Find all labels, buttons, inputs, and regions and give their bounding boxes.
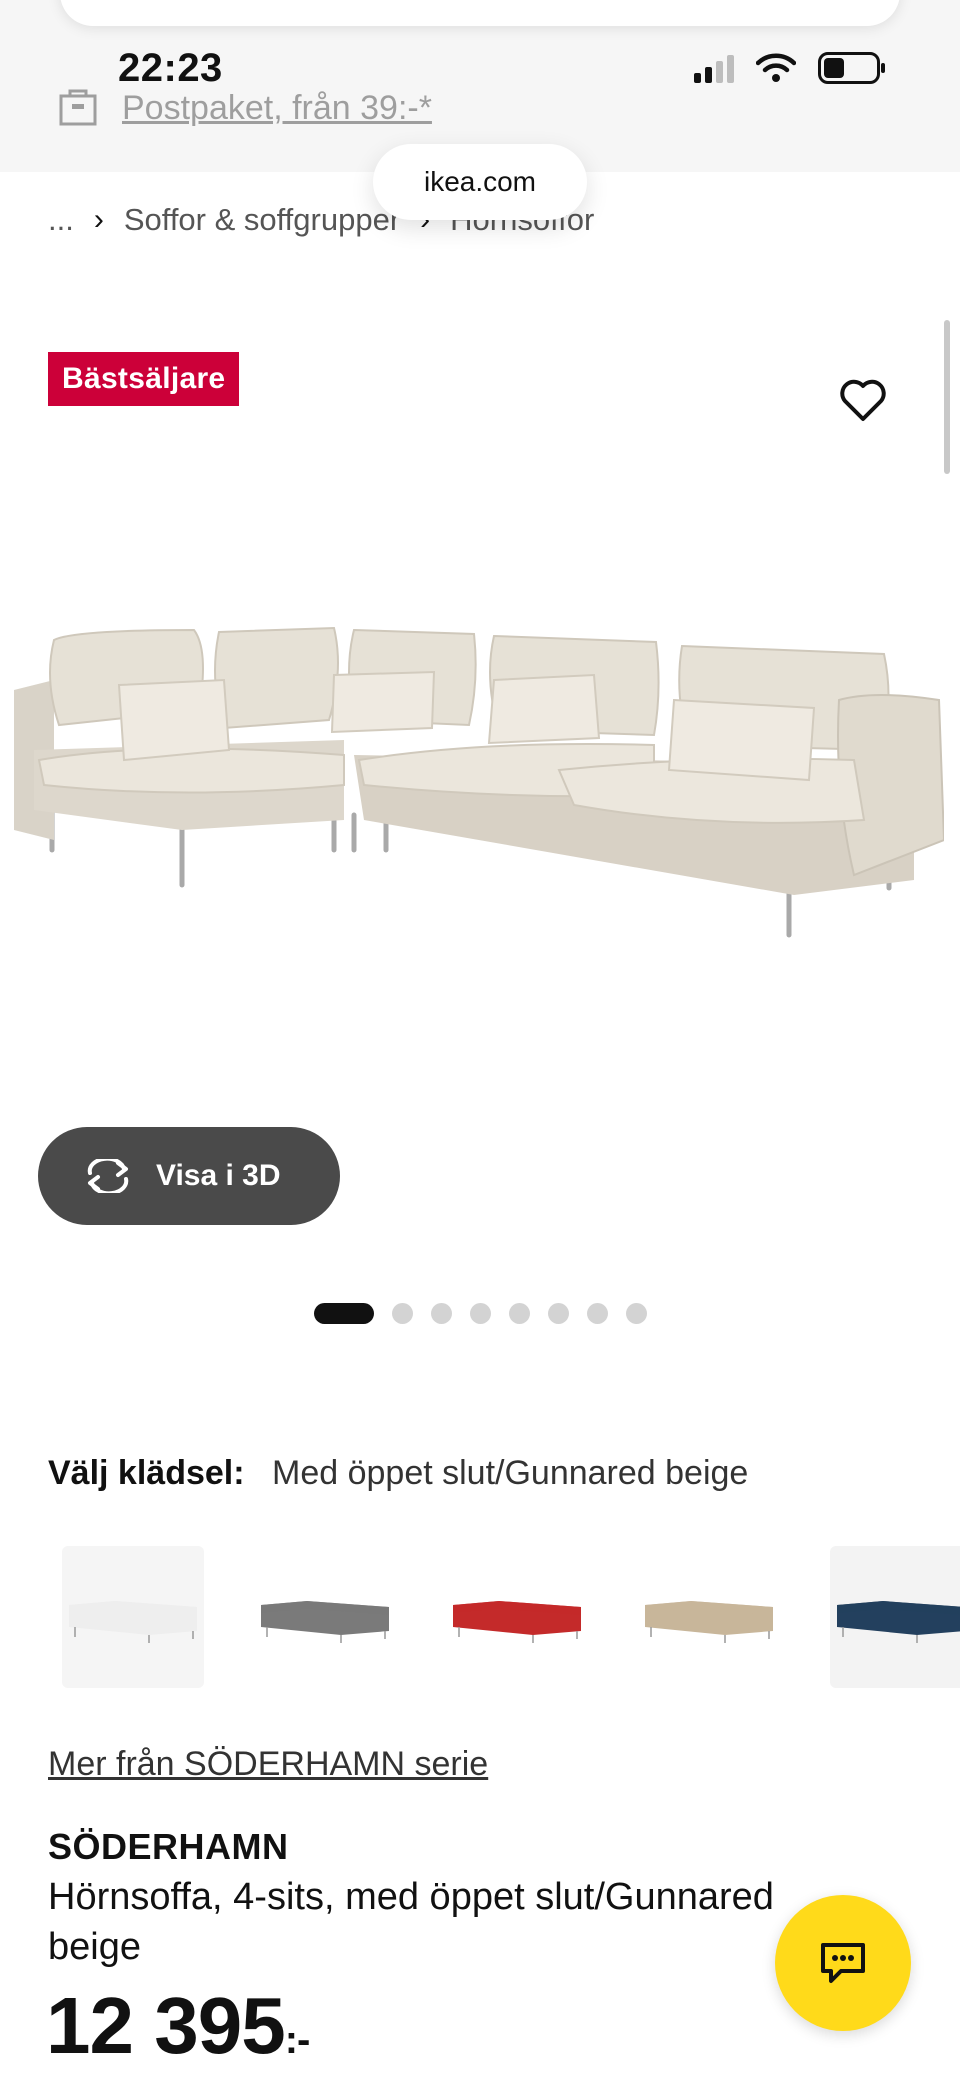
gallery-dot[interactable] xyxy=(392,1303,413,1324)
url-bar[interactable]: ikea.com xyxy=(373,144,587,220)
upholstery-swatches xyxy=(62,1546,960,1688)
previous-url-bar xyxy=(60,0,900,26)
battery-icon xyxy=(818,52,885,84)
favorite-heart-icon[interactable] xyxy=(838,377,888,423)
package-icon xyxy=(59,89,97,126)
promo-text[interactable]: Postpaket, från 39:-* xyxy=(122,89,432,128)
cellular-signal-icon xyxy=(694,53,734,83)
status-icons xyxy=(694,52,885,84)
upholstery-selector: Välj klädsel: Med öppet slut/Gunnared be… xyxy=(48,1454,748,1493)
gallery-pagination[interactable] xyxy=(314,1303,647,1324)
product-description: Hörnsoffa, 4-sits, med öppet slut/Gunnar… xyxy=(48,1876,774,1968)
view-in-3d-button[interactable]: Visa i 3D xyxy=(38,1127,340,1225)
page-scrollbar[interactable] xyxy=(944,320,950,474)
swatch-blue[interactable] xyxy=(830,1546,960,1688)
product-image-corner-sofa[interactable] xyxy=(14,610,944,950)
swatch-sofa-thumbnail xyxy=(837,1601,960,1643)
price-amount: 12 395 xyxy=(46,1981,286,2070)
gallery-dot[interactable] xyxy=(314,1303,374,1324)
upholstery-value: Med öppet slut/Gunnared beige xyxy=(272,1454,749,1492)
series-link[interactable]: Mer från SÖDERHAMN serie xyxy=(48,1745,488,1784)
product-name: SÖDERHAMN xyxy=(48,1826,289,1867)
upholstery-label: Välj klädsel: xyxy=(48,1454,245,1492)
breadcrumb-item-sofas[interactable]: Soffor & soffgrupper xyxy=(124,202,400,238)
promo-banner[interactable]: Postpaket, från 39:-* xyxy=(58,88,432,128)
price-suffix: :- xyxy=(284,2018,311,2062)
chat-button[interactable] xyxy=(775,1895,911,2031)
gallery-dot[interactable] xyxy=(548,1303,569,1324)
swatch-sofa-thumbnail xyxy=(453,1601,581,1643)
gallery-dot[interactable] xyxy=(509,1303,530,1324)
gallery-dot[interactable] xyxy=(431,1303,452,1324)
chevron-right-icon: › xyxy=(93,203,104,236)
chat-icon xyxy=(821,1943,865,1983)
gallery-dot[interactable] xyxy=(626,1303,647,1324)
swatch-white[interactable] xyxy=(62,1546,204,1688)
status-time: 22:23 xyxy=(118,46,223,90)
swatch-beige[interactable] xyxy=(638,1546,780,1688)
breadcrumb-ellipsis[interactable]: ... xyxy=(48,202,74,238)
swatch-sofa-thumbnail xyxy=(645,1601,773,1643)
gallery-dot[interactable] xyxy=(470,1303,491,1324)
bestseller-badge: Bästsäljare xyxy=(48,352,240,406)
wifi-icon xyxy=(756,53,796,82)
rotate-3d-icon xyxy=(87,1159,129,1193)
view-in-3d-label: Visa i 3D xyxy=(156,1159,281,1192)
product-price: 12 395:- xyxy=(46,1980,311,2072)
swatch-red[interactable] xyxy=(446,1546,588,1688)
swatch-grey[interactable] xyxy=(254,1546,396,1688)
gallery-dot[interactable] xyxy=(587,1303,608,1324)
swatch-sofa-thumbnail xyxy=(261,1601,389,1643)
swatch-sofa-thumbnail xyxy=(69,1601,197,1643)
